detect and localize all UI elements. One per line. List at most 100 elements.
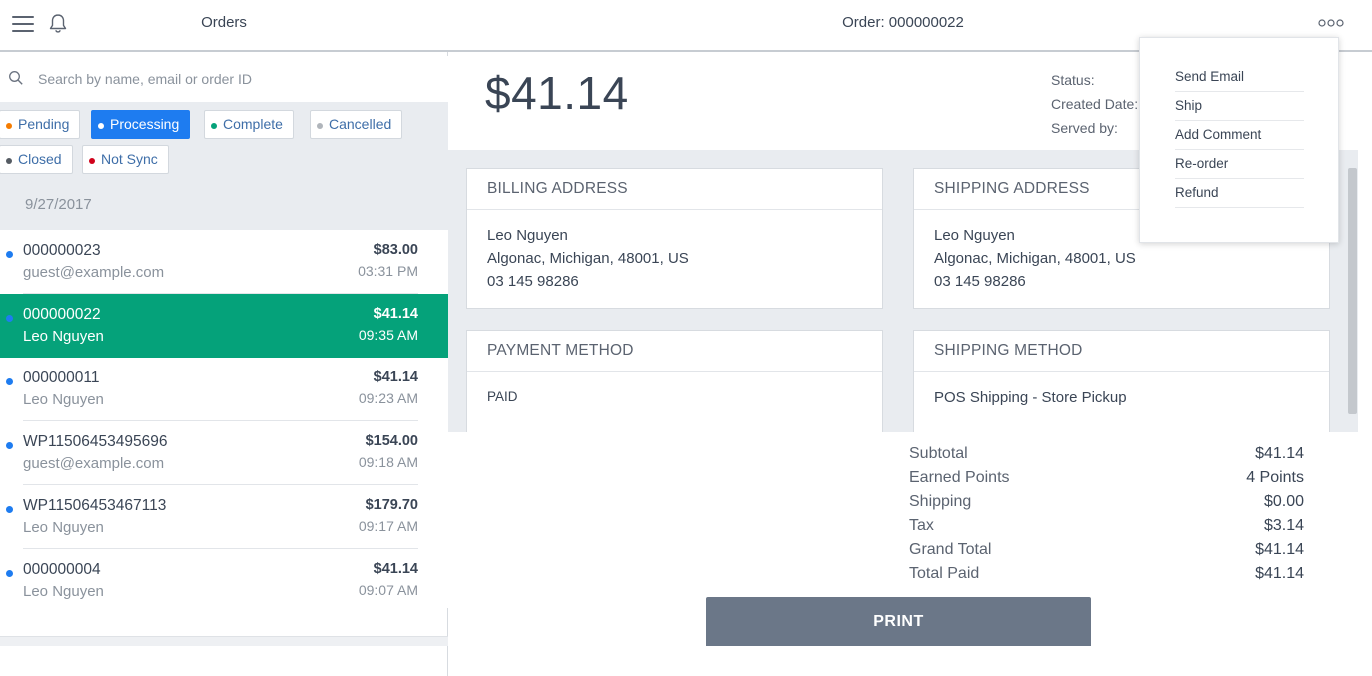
detail-scrollbar[interactable]	[1348, 168, 1357, 414]
order-amount: $154.00	[365, 433, 418, 449]
shipping-value: $0.00	[1263, 493, 1304, 510]
status-dot-icon	[6, 315, 13, 322]
subtotal-value: $41.14	[1255, 445, 1304, 462]
order-time: 09:07 AM	[358, 582, 418, 598]
order-id: 000000023	[23, 242, 101, 259]
orders-footer	[0, 636, 448, 646]
filter-label: Processing	[110, 116, 180, 132]
order-customer: Leo Nguyen	[23, 328, 104, 345]
subtotal-label: Subtotal	[909, 445, 968, 462]
served-by-label: Served by:	[1051, 120, 1118, 136]
card-title: SHIPPING METHOD	[914, 331, 1329, 372]
order-customer: Leo Nguyen	[23, 583, 104, 600]
filter-label: Complete	[223, 116, 283, 132]
order-title: Order: 000000022	[842, 14, 964, 31]
created-date-label: Created Date:	[1051, 96, 1139, 112]
order-time: 09:23 AM	[358, 390, 418, 406]
shipping-method-card: SHIPPING METHOD POS Shipping - Store Pic…	[913, 330, 1330, 432]
status-label: Status:	[1051, 72, 1095, 88]
shipping-phone: 03 145 98286	[934, 273, 1026, 290]
card-title: BILLING ADDRESS	[467, 169, 882, 210]
orders-title: Orders	[201, 14, 247, 31]
tax-label: Tax	[909, 517, 934, 534]
status-dot-icon	[6, 123, 12, 129]
order-row[interactable]: WP11506453495696 guest@example.com $154.…	[0, 421, 448, 485]
order-time: 03:31 PM	[358, 263, 418, 279]
order-row[interactable]: 000000011 Leo Nguyen $41.14 09:23 AM	[0, 357, 448, 421]
order-totals: Subtotal $41.14 Earned Points 4 Points S…	[448, 432, 1372, 592]
menu-item-re-order[interactable]: Re-order	[1175, 150, 1304, 179]
status-dot-icon	[211, 123, 217, 129]
order-row[interactable]: 000000004 Leo Nguyen $41.14 09:07 AM	[0, 549, 448, 608]
filter-not-sync[interactable]: Not Sync	[82, 145, 169, 174]
filter-complete[interactable]: Complete	[204, 110, 294, 139]
total-paid-label: Total Paid	[909, 565, 980, 582]
order-time: 09:18 AM	[358, 454, 418, 470]
order-date-header: 9/27/2017	[25, 196, 92, 213]
more-options-icon[interactable]	[1318, 18, 1344, 28]
status-dot-icon	[6, 442, 13, 449]
shipping-address: Algonac, Michigan, 48001, US	[934, 250, 1136, 267]
shipping-label: Shipping	[909, 493, 972, 510]
order-total: $41.14	[485, 67, 629, 119]
order-row[interactable]: 000000023 guest@example.com $83.00 03:31…	[0, 230, 448, 294]
shipping-name: Leo Nguyen	[934, 227, 1015, 244]
order-actions-menu: Send Email Ship Add Comment Re-order Ref…	[1139, 37, 1339, 243]
status-dot-icon	[89, 158, 95, 164]
orders-header: Orders	[0, 0, 448, 52]
status-dot-icon	[6, 570, 13, 577]
order-amount: $83.00	[373, 242, 418, 258]
order-time: 09:17 AM	[358, 518, 418, 534]
order-customer: Leo Nguyen	[23, 391, 104, 408]
billing-address: Algonac, Michigan, 48001, US	[487, 250, 689, 267]
status-dot-icon	[6, 251, 13, 258]
order-row[interactable]: WP11506453467113 Leo Nguyen $179.70 09:1…	[0, 485, 448, 549]
order-customer: guest@example.com	[23, 455, 165, 472]
order-row-selected[interactable]: 000000022 Leo Nguyen $41.14 09:35 AM	[0, 294, 448, 358]
payment-status: PAID	[487, 389, 518, 404]
order-customer: Leo Nguyen	[23, 519, 104, 536]
filter-processing[interactable]: Processing	[91, 110, 191, 139]
grand-total-value: $41.14	[1255, 541, 1304, 558]
orders-panel: Orders Pending Processing Complete Cance…	[0, 0, 448, 676]
status-dot-icon	[6, 158, 12, 164]
filter-cancelled[interactable]: Cancelled	[310, 110, 403, 139]
order-customer: guest@example.com	[23, 264, 165, 281]
filter-label: Pending	[18, 116, 70, 132]
status-dot-icon	[98, 123, 104, 129]
status-dot-icon	[6, 378, 13, 385]
grand-total-label: Grand Total	[909, 541, 992, 558]
filter-closed[interactable]: Closed	[0, 145, 73, 174]
billing-phone: 03 145 98286	[487, 273, 579, 290]
menu-item-ship[interactable]: Ship	[1175, 92, 1304, 121]
filter-pending[interactable]: Pending	[0, 110, 81, 139]
order-id: 000000022	[23, 306, 101, 323]
menu-item-send-email[interactable]: Send Email	[1175, 63, 1304, 92]
status-dot-icon	[317, 123, 323, 129]
print-button[interactable]: PRINT	[706, 597, 1091, 646]
order-id: 000000011	[23, 369, 100, 386]
filter-label: Closed	[18, 151, 62, 167]
order-amount: $41.14	[373, 561, 418, 577]
filter-label: Not Sync	[101, 151, 158, 167]
tax-value: $3.14	[1263, 517, 1304, 534]
order-id: 000000004	[23, 561, 101, 578]
menu-item-refund[interactable]: Refund	[1175, 179, 1304, 208]
card-title: PAYMENT METHOD	[467, 331, 882, 372]
menu-item-add-comment[interactable]: Add Comment	[1175, 121, 1304, 150]
billing-name: Leo Nguyen	[487, 227, 568, 244]
earned-points-value: 4 Points	[1246, 469, 1304, 486]
order-amount: $41.14	[373, 306, 418, 322]
order-amount: $41.14	[373, 369, 418, 385]
status-dot-icon	[6, 506, 13, 513]
shipping-method-value: POS Shipping - Store Pickup	[934, 389, 1127, 406]
search-bar	[0, 56, 448, 102]
order-time: 09:35 AM	[358, 327, 418, 343]
order-list: 000000023 guest@example.com $83.00 03:31…	[0, 230, 448, 608]
payment-method-card: PAYMENT METHOD PAID	[466, 330, 883, 432]
billing-address-card: BILLING ADDRESS Leo Nguyen Algonac, Mich…	[466, 168, 883, 309]
total-paid-value: $41.14	[1255, 565, 1304, 582]
filter-label: Cancelled	[329, 116, 392, 132]
search-icon	[9, 71, 23, 85]
search-input[interactable]	[38, 65, 438, 93]
